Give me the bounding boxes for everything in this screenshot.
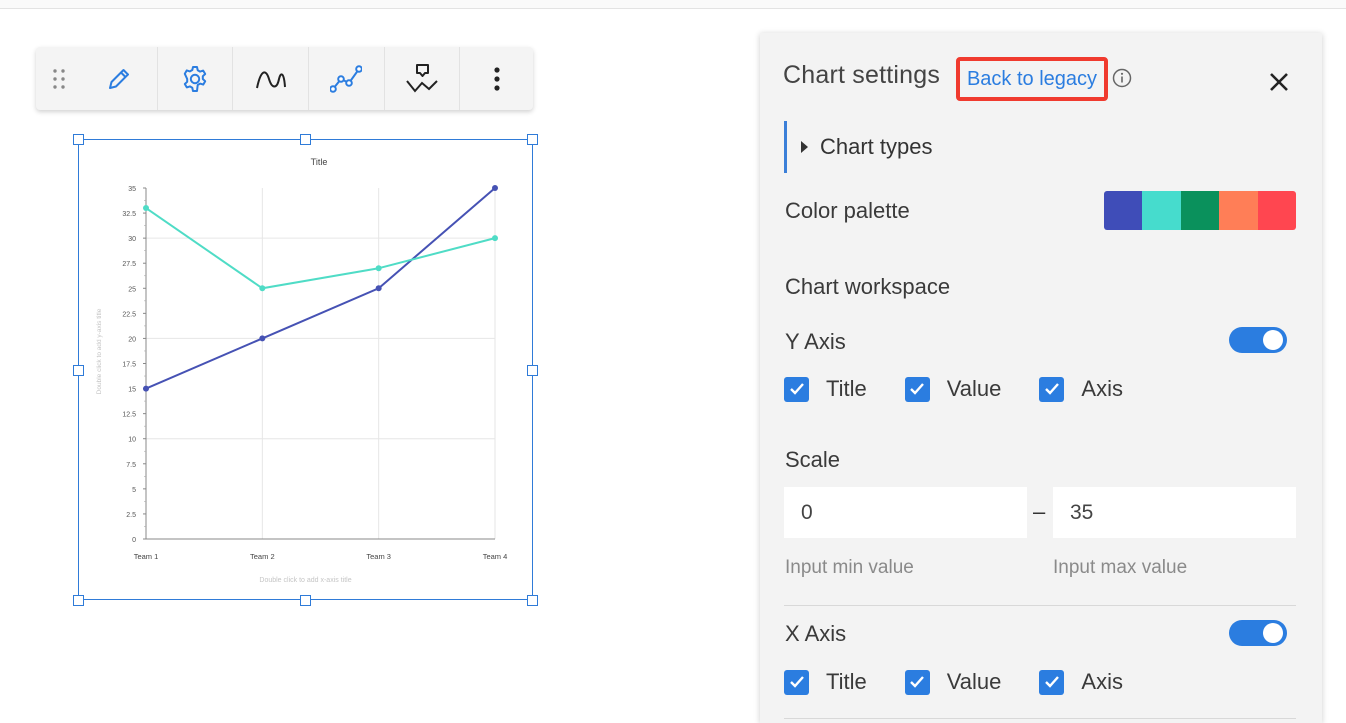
x-axis-axis-checkbox[interactable]: Axis xyxy=(1039,669,1123,695)
y-axis-label: Y Axis xyxy=(785,329,846,354)
line-chart: Title 0 2.5 5 7.5 10 12.5 15 17.5 20 22.5 25 27.5 30 3… xyxy=(96,157,508,584)
palette-color-1 xyxy=(1104,191,1143,230)
x-tick-label: Team 1 xyxy=(134,552,159,561)
more-options-button[interactable] xyxy=(460,47,533,110)
y-tick-label: 15 xyxy=(128,387,136,394)
chart-workspace-label: Chart workspace xyxy=(785,274,951,299)
scale-max-input[interactable]: 35 xyxy=(1053,487,1296,538)
resize-handle-bottom[interactable] xyxy=(300,595,311,606)
x-axis-title-hint: Double click to add x-axis title xyxy=(259,577,351,584)
y-tick-label: 2.5 xyxy=(126,512,136,519)
y-axis-value-checkbox[interactable]: Value xyxy=(904,376,1001,402)
checkmark-icon xyxy=(1039,669,1065,695)
data-point xyxy=(375,285,382,292)
min-value-hint: Input min value xyxy=(785,557,914,578)
y-axis-title-checkbox[interactable]: Title xyxy=(784,376,867,402)
x-tick-label: Team 4 xyxy=(483,552,508,561)
more-vertical-icon xyxy=(494,66,500,91)
checkmark-icon xyxy=(1039,376,1065,402)
y-axis-options: Title Value Axis xyxy=(784,376,1161,402)
info-icon[interactable] xyxy=(1112,68,1132,88)
checkmark-icon xyxy=(784,669,809,695)
data-point xyxy=(375,265,382,272)
resize-handle-left[interactable] xyxy=(73,365,84,376)
color-palette-swatch[interactable] xyxy=(1104,191,1296,230)
x-axis-toggle[interactable] xyxy=(1229,620,1287,646)
checkmark-icon xyxy=(904,669,930,695)
color-palette-label: Color palette xyxy=(785,198,910,223)
y-tick-label: 7.5 xyxy=(126,462,136,469)
chart-style-icon xyxy=(406,63,438,93)
gear-icon xyxy=(183,65,207,92)
edit-button[interactable] xyxy=(82,47,158,110)
resize-handle-top-left[interactable] xyxy=(73,134,84,145)
resize-handle-top-right[interactable] xyxy=(527,134,538,145)
divider xyxy=(784,605,1296,606)
palette-color-3 xyxy=(1180,191,1220,230)
y-axis-title-hint: Double click to add y-axis title xyxy=(96,308,103,394)
data-point xyxy=(492,185,498,191)
x-axis-title-checkbox[interactable]: Title xyxy=(784,669,867,695)
x-axis-value-checkbox[interactable]: Value xyxy=(904,669,1001,695)
chart-title: Title xyxy=(311,157,328,167)
divider xyxy=(784,718,1296,719)
series-line-1 xyxy=(145,187,496,390)
y-tick-label: 17.5 xyxy=(122,362,136,369)
y-tick-label: 25 xyxy=(128,286,136,293)
y-tick-label: 22.5 xyxy=(122,311,136,318)
y-tick-label: 10 xyxy=(128,437,136,444)
max-value-hint: Input max value xyxy=(1053,557,1188,578)
data-point xyxy=(143,205,149,212)
line-chart-button[interactable] xyxy=(309,47,385,110)
close-icon[interactable] xyxy=(1268,71,1290,93)
scale-label: Scale xyxy=(785,447,841,472)
data-point xyxy=(143,385,149,392)
resize-handle-bottom-right[interactable] xyxy=(527,595,538,606)
y-tick-label: 20 xyxy=(128,336,136,343)
chart-types-label: Chart types xyxy=(820,134,933,159)
y-tick-label: 35 xyxy=(128,186,136,193)
checkmark-icon xyxy=(784,376,809,402)
scale-dash: – xyxy=(1033,499,1046,524)
settings-button[interactable] xyxy=(158,47,234,110)
palette-color-2 xyxy=(1142,191,1181,230)
chart-toolbar xyxy=(36,47,533,110)
x-axis-options: Title Value Axis xyxy=(784,669,1161,695)
x-axis-label: X Axis xyxy=(785,621,847,646)
checkmark-icon xyxy=(904,376,930,402)
pencil-icon xyxy=(109,68,130,89)
scale-min-input[interactable]: 0 xyxy=(784,487,1027,538)
browser-top-edge xyxy=(0,0,1346,9)
chart-style-button[interactable] xyxy=(385,47,461,110)
y-axis-axis-checkbox[interactable]: Axis xyxy=(1039,376,1123,402)
data-point xyxy=(259,285,266,292)
chart-container[interactable]: Title 0 2.5 5 7.5 10 12.5 15 17.5 20 22.5 25 27.5 30 3… xyxy=(78,139,533,600)
resize-handle-bottom-left[interactable] xyxy=(73,595,84,606)
series-line-2 xyxy=(145,207,496,290)
x-tick-label: Team 3 xyxy=(366,552,391,561)
palette-color-5 xyxy=(1257,191,1296,230)
y-tick-label: 5 xyxy=(132,487,136,494)
resize-handle-right[interactable] xyxy=(527,365,538,376)
curve-style-button[interactable] xyxy=(233,47,309,110)
y-tick-label: 27.5 xyxy=(122,261,136,268)
caret-right-icon xyxy=(801,141,808,153)
line-chart-icon xyxy=(330,64,363,93)
curve-icon xyxy=(255,70,286,88)
back-to-legacy-link[interactable]: Back to legacy xyxy=(956,57,1108,101)
drag-handle-icon[interactable] xyxy=(36,47,82,110)
data-point xyxy=(259,335,266,342)
y-tick-label: 32.5 xyxy=(122,211,136,218)
x-tick-label: Team 2 xyxy=(250,552,275,561)
panel-title: Chart settings xyxy=(783,61,941,89)
palette-color-4 xyxy=(1219,191,1258,230)
chart-types-section[interactable]: Chart types xyxy=(784,121,1087,173)
resize-handle-top[interactable] xyxy=(300,134,311,145)
y-tick-label: 12.5 xyxy=(122,412,136,419)
y-axis-toggle[interactable] xyxy=(1229,327,1287,353)
data-point xyxy=(492,235,498,242)
chart-settings-panel: Chart settings Back to legacy Chart type… xyxy=(760,33,1322,723)
y-tick-label: 0 xyxy=(132,537,136,544)
y-tick-label: 30 xyxy=(128,236,136,243)
